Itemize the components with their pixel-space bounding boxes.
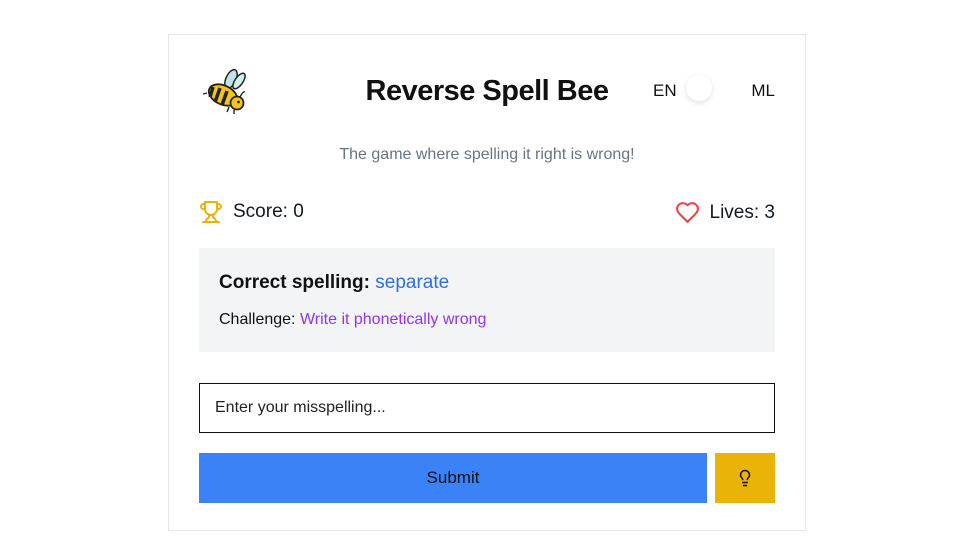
challenge-panel: Correct spelling: separate Challenge: Wr… bbox=[199, 248, 775, 352]
challenge-line: Challenge: Write it phonetically wrong bbox=[219, 311, 486, 329]
submit-button[interactable]: Submit bbox=[199, 453, 707, 503]
score-display: Score: 0 bbox=[199, 200, 304, 224]
hint-button[interactable] bbox=[715, 453, 775, 503]
correct-spelling-label: Correct spelling: bbox=[219, 272, 370, 293]
stats-bar: Score: 0 Lives: 3 bbox=[199, 200, 775, 228]
misspelling-input-wrapper bbox=[199, 383, 775, 433]
language-switch: EN ML bbox=[650, 75, 775, 101]
game-card: Reverse Spell Bee EN ML The game where s… bbox=[168, 34, 806, 531]
correct-spelling-word: separate bbox=[375, 272, 450, 293]
header: Reverse Spell Bee EN ML bbox=[199, 65, 775, 117]
game-card-content: Reverse Spell Bee EN ML The game where s… bbox=[199, 35, 775, 530]
misspelling-input[interactable] bbox=[199, 383, 775, 433]
trophy-icon bbox=[199, 200, 223, 224]
correct-spelling-line: Correct spelling: separate bbox=[219, 272, 449, 294]
language-toggle[interactable] bbox=[686, 75, 712, 101]
language-option-en[interactable]: EN bbox=[653, 81, 677, 101]
subtitle: The game where spelling it right is wron… bbox=[339, 146, 635, 163]
lives-display: Lives: 3 bbox=[675, 200, 775, 225]
score-text: Score: 0 bbox=[233, 201, 304, 222]
language-option-ml[interactable]: ML bbox=[751, 81, 775, 101]
lives-text: Lives: 3 bbox=[709, 201, 775, 223]
lightbulb-icon bbox=[736, 469, 754, 487]
challenge-text: Write it phonetically wrong bbox=[299, 311, 487, 328]
heart-icon bbox=[675, 200, 700, 225]
challenge-label: Challenge: bbox=[219, 311, 296, 328]
bee-icon bbox=[201, 67, 249, 115]
action-row: Submit bbox=[199, 453, 775, 503]
